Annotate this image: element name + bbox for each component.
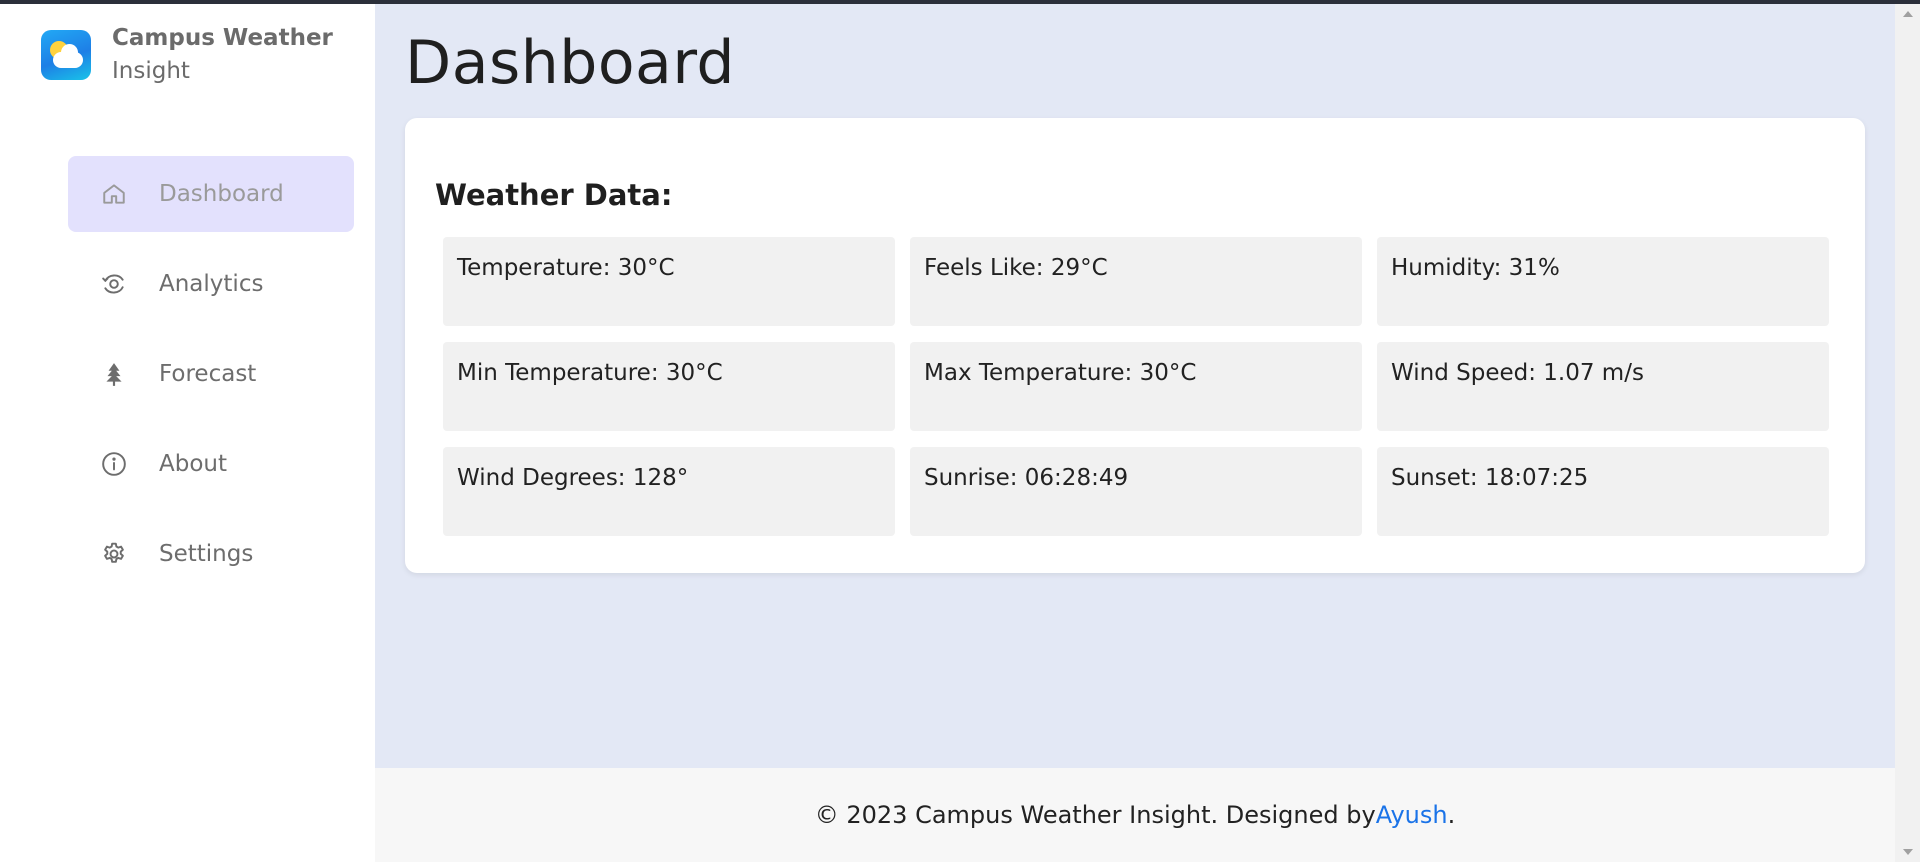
- brand-name: Campus Weather Insight: [112, 22, 333, 88]
- page-title: Dashboard: [405, 28, 736, 98]
- scroll-down-arrow-icon[interactable]: [1903, 849, 1913, 855]
- sidebar-item-dashboard[interactable]: Dashboard: [68, 156, 354, 232]
- gear-icon: [104, 542, 124, 563]
- weather-wind-degrees: Wind Degrees: 128°: [443, 447, 895, 536]
- weather-sunrise: Sunrise: 06:28:49: [910, 447, 1362, 536]
- sidebar-item-settings[interactable]: Settings: [68, 516, 354, 592]
- sidebar-item-label: Dashboard: [159, 181, 284, 207]
- footer-text: © 2023 Campus Weather Insight. Designed …: [814, 801, 1376, 829]
- vertical-scrollbar[interactable]: [1895, 4, 1920, 862]
- scroll-up-arrow-icon[interactable]: [1903, 11, 1913, 17]
- sidebar: Campus Weather Insight Dashboard Analyti…: [0, 4, 375, 862]
- card-title: Weather Data:: [435, 178, 673, 212]
- brand[interactable]: Campus Weather Insight: [41, 22, 333, 88]
- sidebar-nav: Dashboard Analytics Forecast About Setti…: [68, 156, 354, 606]
- weather-max-temperature: Max Temperature: 30°C: [910, 342, 1362, 431]
- footer: © 2023 Campus Weather Insight. Designed …: [375, 768, 1895, 862]
- weather-wind-speed: Wind Speed: 1.07 m/s: [1377, 342, 1829, 431]
- info-icon: [102, 452, 126, 476]
- brand-name-line2: Insight: [112, 58, 190, 84]
- footer-author-link[interactable]: Ayush: [1376, 801, 1448, 829]
- home-icon: [103, 184, 125, 204]
- tree-icon: [106, 363, 122, 386]
- weather-data-card: Weather Data: Temperature: 30°C Feels Li…: [405, 118, 1865, 573]
- weather-feels-like: Feels Like: 29°C: [910, 237, 1362, 326]
- weather-data-grid: Temperature: 30°C Feels Like: 29°C Humid…: [443, 237, 1831, 536]
- sidebar-item-forecast[interactable]: Forecast: [68, 336, 354, 412]
- weather-temperature: Temperature: 30°C: [443, 237, 895, 326]
- weather-min-temperature: Min Temperature: 30°C: [443, 342, 895, 431]
- weather-humidity: Humidity: 31%: [1377, 237, 1829, 326]
- analytics-icon: [102, 274, 124, 294]
- sidebar-item-label: Forecast: [159, 361, 257, 387]
- weather-cloud-sun-icon: [41, 30, 91, 80]
- footer-text-end: .: [1447, 801, 1456, 829]
- sidebar-item-label: Analytics: [159, 271, 264, 297]
- sidebar-item-analytics[interactable]: Analytics: [68, 246, 354, 322]
- sidebar-item-label: Settings: [159, 541, 254, 567]
- brand-name-line1: Campus Weather: [112, 25, 333, 51]
- sidebar-item-about[interactable]: About: [68, 426, 354, 502]
- sidebar-item-label: About: [159, 451, 228, 477]
- weather-sunset: Sunset: 18:07:25: [1377, 447, 1829, 536]
